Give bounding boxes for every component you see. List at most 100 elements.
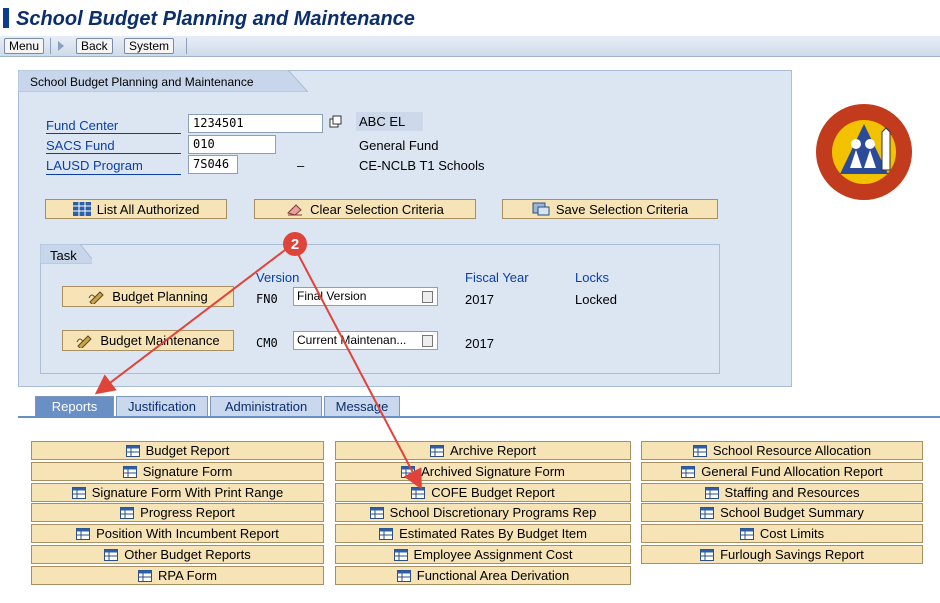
report-button-label: Other Budget Reports xyxy=(124,547,251,562)
field-underline xyxy=(46,133,181,134)
report-button[interactable]: Employee Assignment Cost xyxy=(335,545,631,564)
report-icon xyxy=(122,465,137,478)
report-button-label: Furlough Savings Report xyxy=(720,547,864,562)
report-button-label: Signature Form xyxy=(142,464,233,479)
budget-maintenance-label: Budget Maintenance xyxy=(100,333,220,348)
dropdown-icon[interactable] xyxy=(422,335,433,347)
report-icon xyxy=(411,486,426,499)
report-icon xyxy=(138,569,152,582)
system-button[interactable]: System xyxy=(124,38,175,54)
report-button[interactable]: Position With Incumbent Report xyxy=(31,524,324,543)
budget-planning-button[interactable]: Budget Planning xyxy=(62,286,234,307)
report-button[interactable]: School Discretionary Programs Rep xyxy=(335,503,631,522)
task-group xyxy=(40,244,720,374)
report-button[interactable]: Cost Limits xyxy=(641,524,923,543)
report-icon xyxy=(430,444,444,457)
fiscal-year-header: Fiscal Year xyxy=(465,270,529,285)
version-select-value: Current Maintenan... xyxy=(297,333,407,347)
panel-title: School Budget Planning and Maintenance xyxy=(30,75,254,89)
report-button-label: Position With Incumbent Report xyxy=(96,526,279,541)
report-button[interactable]: Progress Report xyxy=(31,503,324,522)
pencil-icon xyxy=(76,334,93,348)
save-selection-button[interactable]: Save Selection Criteria xyxy=(502,199,718,219)
report-icon xyxy=(401,465,416,478)
table-icon xyxy=(72,202,91,216)
app-title: School Budget Planning and Maintenance xyxy=(16,8,415,30)
locks-header: Locks xyxy=(575,270,609,285)
list-all-authorized-button[interactable]: List All Authorized xyxy=(45,199,227,219)
report-button[interactable]: Signature Form With Print Range xyxy=(31,483,324,502)
version-code: FN0 xyxy=(256,292,278,306)
report-button-label: Functional Area Derivation xyxy=(416,568,570,583)
field-underline xyxy=(46,174,181,175)
version-select[interactable]: Final Version xyxy=(293,287,438,306)
report-button[interactable]: School Resource Allocation xyxy=(641,441,923,460)
fund-center-label: Fund Center xyxy=(46,118,119,133)
report-icon xyxy=(700,548,715,561)
lock-status: Locked xyxy=(575,292,617,307)
fund-center-desc: ABC EL xyxy=(356,112,424,131)
clear-selection-button[interactable]: Clear Selection Criteria xyxy=(254,199,476,219)
report-icon xyxy=(369,506,384,519)
menu-separator xyxy=(186,38,187,54)
back-button[interactable]: Back xyxy=(76,38,113,54)
report-button-label: School Resource Allocation xyxy=(712,443,872,458)
report-button-label: School Discretionary Programs Rep xyxy=(389,505,597,520)
dropdown-icon[interactable] xyxy=(422,291,433,303)
report-button-label: Staffing and Resources xyxy=(724,485,860,500)
report-icon xyxy=(393,548,408,561)
report-icon xyxy=(120,506,135,519)
field-underline xyxy=(46,153,181,154)
sacs-fund-input[interactable]: 010 xyxy=(188,135,276,154)
report-button-label: Cost Limits xyxy=(759,526,825,541)
version-select-value: Final Version xyxy=(297,289,367,303)
report-button[interactable]: School Budget Summary xyxy=(641,503,923,522)
version-select[interactable]: Current Maintenan... xyxy=(293,331,438,350)
report-button[interactable]: Signature Form xyxy=(31,462,324,481)
report-button[interactable]: Archived Signature Form xyxy=(335,462,631,481)
report-button[interactable]: General Fund Allocation Report xyxy=(641,462,923,481)
report-button-label: COFE Budget Report xyxy=(431,485,555,500)
district-logo xyxy=(800,100,928,210)
report-button[interactable]: RPA Form xyxy=(31,566,324,585)
fund-center-desc-text: ABC EL xyxy=(356,112,424,131)
seal-icon xyxy=(816,104,912,200)
report-button-label: Employee Assignment Cost xyxy=(413,547,573,562)
lausd-program-input[interactable]: 7S046 xyxy=(188,155,238,174)
report-button[interactable]: Functional Area Derivation xyxy=(335,566,631,585)
sacs-fund-label: SACS Fund xyxy=(46,138,115,153)
report-icon xyxy=(125,444,140,457)
title-accent xyxy=(3,8,9,28)
lausd-program-label: LAUSD Program xyxy=(46,158,143,173)
fund-center-input[interactable]: 1234501 xyxy=(188,114,323,133)
report-button[interactable]: Staffing and Resources xyxy=(641,483,923,502)
play-icon xyxy=(58,41,64,51)
tab-reports[interactable]: Reports xyxy=(35,396,114,416)
version-code: CM0 xyxy=(256,336,278,350)
report-button-label: Archived Signature Form xyxy=(421,464,565,479)
version-header: Version xyxy=(256,270,300,285)
budget-planning-label: Budget Planning xyxy=(112,289,208,304)
report-button[interactable]: COFE Budget Report xyxy=(335,483,631,502)
report-icon xyxy=(104,548,119,561)
report-button-label: Signature Form With Print Range xyxy=(91,485,284,500)
tab-justification[interactable]: Justification xyxy=(116,396,208,416)
tab-message[interactable]: Message xyxy=(324,396,400,416)
report-button-label: Estimated Rates By Budget Item xyxy=(399,526,587,541)
report-button[interactable]: Archive Report xyxy=(335,441,631,460)
report-button-label: School Budget Summary xyxy=(720,505,864,520)
report-button-label: Archive Report xyxy=(450,443,536,458)
report-button[interactable]: Furlough Savings Report xyxy=(641,545,923,564)
report-button[interactable]: Other Budget Reports xyxy=(31,545,324,564)
step-badge: 2 xyxy=(283,232,307,256)
copy-icon[interactable] xyxy=(329,115,343,129)
report-icon xyxy=(379,527,394,540)
clear-label: Clear Selection Criteria xyxy=(310,201,444,217)
list-all-label: List All Authorized xyxy=(96,201,200,217)
report-button[interactable]: Budget Report xyxy=(31,441,324,460)
tab-administration[interactable]: Administration xyxy=(210,396,322,416)
menu-button[interactable]: Menu xyxy=(4,38,45,54)
budget-maintenance-button[interactable]: Budget Maintenance xyxy=(62,330,234,351)
report-button[interactable]: Estimated Rates By Budget Item xyxy=(335,524,631,543)
report-icon xyxy=(739,527,754,540)
